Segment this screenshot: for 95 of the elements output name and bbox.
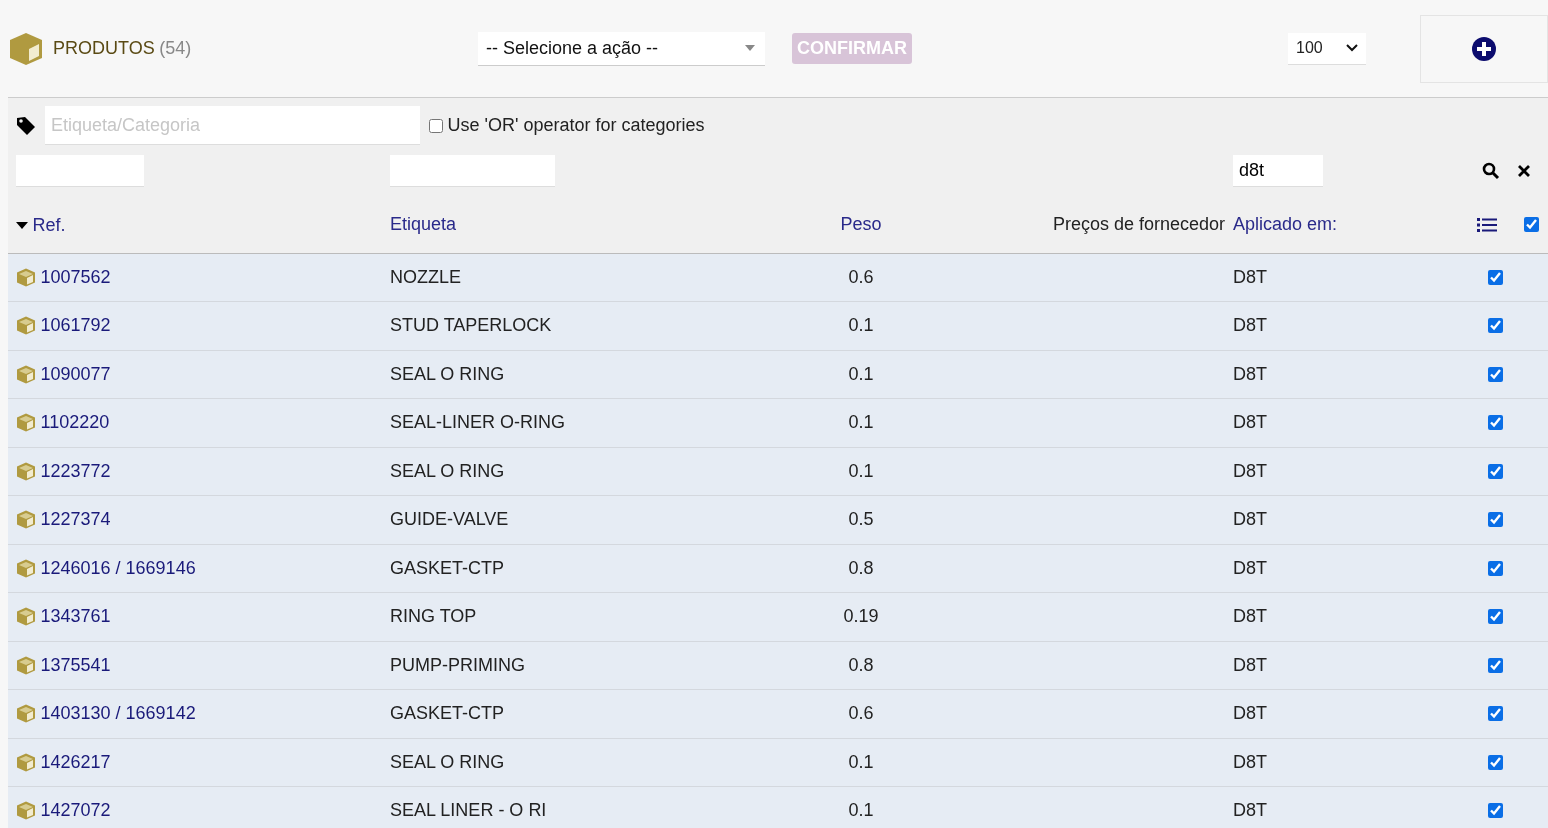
applied-cell: D8T [1233, 654, 1267, 675]
row-checkbox[interactable] [1488, 560, 1503, 576]
weight-cell: 0.1 [848, 315, 874, 336]
row-checkbox[interactable] [1488, 706, 1503, 722]
box-icon [16, 704, 36, 724]
product-ref-link[interactable]: 1102220 [40, 409, 110, 437]
product-ref-link[interactable]: 1375541 [40, 651, 111, 679]
action-select[interactable]: -- Selecione a ação -- [478, 31, 765, 66]
row-checkbox[interactable] [1488, 609, 1503, 625]
product-ref-link[interactable]: 1061792 [40, 312, 111, 340]
applied-cell: D8T [1233, 412, 1267, 433]
column-header: Preços de fornecedor [1052, 213, 1225, 237]
ref-filter-field[interactable] [16, 155, 144, 187]
row-checkbox[interactable] [1488, 463, 1503, 479]
box-icon [16, 655, 36, 675]
select-all-checkbox[interactable] [1524, 217, 1539, 233]
weight-cell: 0.1 [848, 363, 874, 384]
row-checkbox[interactable] [1488, 512, 1503, 528]
box-icon [16, 607, 36, 627]
page-size-select[interactable]: 100 [1288, 32, 1366, 65]
label-cell: GUIDE-VALVE [390, 509, 509, 530]
label-cell: GASKET-CTP [390, 703, 505, 724]
label-cell: SEAL-LINER O-RING [390, 412, 566, 433]
box-icon [16, 461, 36, 481]
row-checkbox[interactable] [1488, 318, 1503, 334]
label-cell: SEAL O RING [390, 460, 505, 481]
applied-cell: D8T [1233, 703, 1267, 724]
weight-cell: 0.8 [848, 557, 874, 578]
item-count: (54) [159, 37, 192, 60]
row-checkbox[interactable] [1488, 269, 1503, 285]
box-icon [16, 558, 36, 578]
applied-filter-field[interactable]: d8t [1233, 155, 1323, 187]
product-ref-link[interactable]: 1007562 [40, 263, 111, 291]
weight-cell: 0.1 [848, 460, 874, 481]
close-icon[interactable] [1518, 165, 1530, 177]
weight-cell: 0.5 [848, 509, 874, 530]
page-title: PRODUTOS [53, 37, 155, 60]
label-filter-field[interactable] [390, 155, 555, 187]
weight-cell: 0.1 [848, 751, 874, 772]
box-icon [16, 752, 36, 772]
tag-icon [16, 115, 36, 136]
applied-cell: D8T [1233, 509, 1267, 530]
box-icon [16, 316, 36, 336]
applied-cell: D8T [1233, 751, 1267, 772]
or-operator-checkbox[interactable] [429, 118, 443, 133]
add-button[interactable] [1420, 14, 1548, 83]
column-header[interactable]: Peso [840, 211, 882, 239]
caret-icon [745, 45, 755, 51]
row-checkbox[interactable] [1488, 803, 1503, 819]
applied-cell: D8T [1233, 315, 1267, 336]
box-icon [16, 267, 36, 287]
row-checkbox[interactable] [1488, 657, 1503, 673]
product-ref-link[interactable]: 1343761 [40, 603, 111, 631]
applied-cell: D8T [1233, 460, 1267, 481]
weight-cell: 0.8 [848, 654, 874, 675]
box-icon [16, 510, 36, 530]
chevron-icon [1346, 44, 1358, 52]
or-operator-label: Use 'OR' operator for categories [447, 114, 705, 137]
product-ref-link[interactable]: 1426217 [40, 748, 111, 776]
label-cell: STUD TAPERLOCK [390, 315, 552, 336]
applied-cell: D8T [1233, 800, 1267, 821]
label-cell: SEAL LINER - O RI [390, 800, 547, 821]
box-icon [16, 364, 36, 384]
product-ref-link[interactable]: 1427072 [40, 797, 111, 825]
weight-cell: 0.6 [848, 703, 874, 724]
applied-cell: D8T [1233, 363, 1267, 384]
weight-cell: 0.1 [848, 412, 874, 433]
label-cell: PUMP-PRIMING [390, 654, 525, 675]
row-checkbox[interactable] [1488, 754, 1503, 770]
label-cell: NOZZLE [390, 266, 461, 287]
search-icon[interactable] [1482, 162, 1500, 180]
applied-cell: D8T [1233, 266, 1267, 287]
column-header[interactable]: Ref. [32, 212, 66, 240]
row-checkbox[interactable] [1488, 415, 1503, 431]
applied-cell: D8T [1233, 557, 1267, 578]
column-header[interactable]: Etiqueta [390, 211, 457, 239]
label-cell: RING TOP [390, 606, 477, 627]
box-icon [16, 801, 36, 821]
product-ref-link[interactable]: 1227374 [40, 506, 111, 534]
label-cell: SEAL O RING [390, 363, 505, 384]
weight-cell: 0.6 [848, 266, 874, 287]
box-icon [8, 31, 44, 66]
weight-cell: 0.1 [848, 800, 874, 821]
weight-cell: 0.19 [843, 606, 879, 627]
product-ref-link[interactable]: 1090077 [40, 360, 111, 388]
tag-category-field[interactable]: Etiqueta/Categoria [45, 106, 420, 145]
box-icon [16, 413, 36, 433]
column-header[interactable]: Aplicado em: [1233, 211, 1338, 239]
plus-circle-icon [1471, 35, 1497, 62]
list-icon[interactable] [1477, 216, 1497, 233]
row-checkbox[interactable] [1488, 366, 1503, 382]
label-cell: SEAL O RING [390, 751, 505, 772]
product-ref-link[interactable]: 1223772 [40, 457, 111, 485]
label-cell: GASKET-CTP [390, 557, 505, 578]
applied-cell: D8T [1233, 606, 1267, 627]
